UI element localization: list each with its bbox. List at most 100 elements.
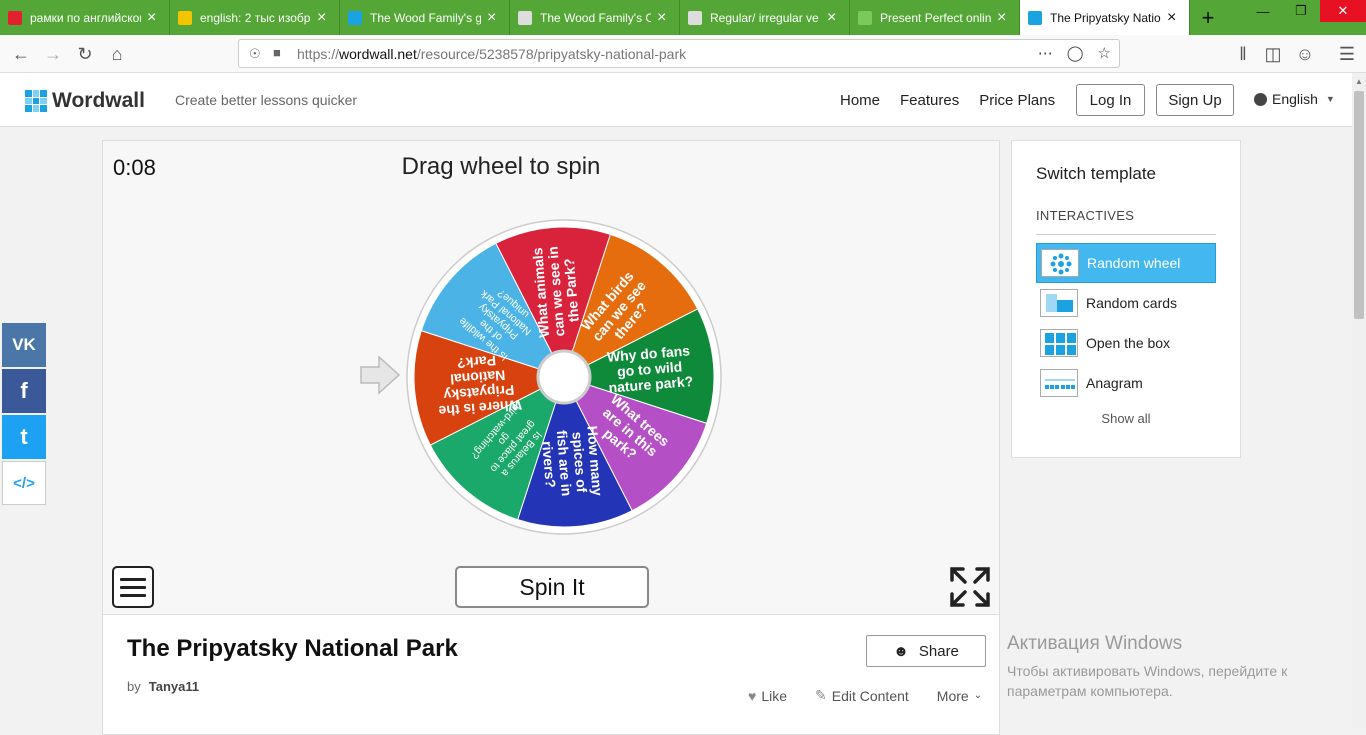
activity-actions: ♥ Like ✎ Edit Content More ⌄	[748, 687, 982, 704]
show-all-link[interactable]: Show all	[1012, 411, 1240, 426]
home-icon[interactable]: ⌂	[104, 41, 130, 67]
close-tab-icon[interactable]: ×	[147, 9, 161, 25]
signup-button[interactable]: Sign Up	[1156, 84, 1234, 116]
login-button[interactable]: Log In	[1076, 84, 1145, 116]
byline: by Tanya11	[127, 679, 199, 694]
tab-title: рамки по английскому	[30, 10, 141, 25]
tab-title: The Wood Family's g	[370, 10, 481, 25]
back-icon[interactable]: ←	[8, 41, 34, 67]
chevron-down-icon: ▼	[1325, 94, 1335, 104]
page-scrollbar[interactable]: ▲	[1352, 73, 1366, 728]
browser-tab[interactable]: The Wood Family's g ×	[340, 0, 510, 35]
chevron-down-icon: ⌄	[973, 690, 983, 701]
close-tab-icon[interactable]: ×	[317, 9, 331, 25]
doc-icon	[518, 10, 532, 25]
wheel-segment-label: Why do fansgo to wildnature park?	[606, 342, 693, 395]
game-menu-button[interactable]	[112, 566, 154, 608]
spin-instruction: Drag wheel to spin	[401, 153, 601, 180]
wordwall-logo[interactable]: Wordwall	[25, 89, 145, 113]
template-open-the-box[interactable]: Open the box	[1036, 323, 1216, 363]
url-text: https://wordwall.net/resource/5238578/pr…	[297, 46, 686, 62]
author-link[interactable]: Tanya11	[149, 679, 199, 694]
wordwall-icon	[1028, 10, 1042, 25]
embed-button[interactable]: </>	[2, 461, 46, 505]
template-random-wheel[interactable]: Random wheel	[1036, 243, 1216, 283]
code-icon: </>	[13, 474, 35, 492]
timer: 0:08	[113, 155, 156, 180]
heart-icon: ♥	[748, 687, 757, 704]
twitter-share-button[interactable]: t	[2, 415, 46, 459]
url-host: wordwall.net	[339, 45, 417, 62]
browser-tab-active[interactable]: The Pripyatsky Natio ×	[1020, 0, 1190, 35]
more-label: More	[936, 687, 969, 704]
site-header: Wordwall Create better lessons quicker H…	[0, 73, 1352, 127]
new-tab-button[interactable]: +	[1190, 0, 1226, 35]
like-button[interactable]: ♥ Like	[748, 687, 787, 704]
fullscreen-icon[interactable]	[949, 566, 991, 608]
logo-icon	[25, 90, 47, 112]
browser-tab[interactable]: рамки по английскому ×	[0, 0, 170, 35]
watermark-line: Чтобы активировать Windows, перейдите к	[1007, 663, 1288, 679]
spin-button[interactable]: Spin It	[455, 566, 649, 608]
forward-icon[interactable]: →	[40, 41, 66, 67]
language-selector[interactable]: English ▼	[1254, 91, 1335, 107]
pocket-icon[interactable]: ◯	[1067, 44, 1084, 62]
restore-icon[interactable]: ❐	[1282, 0, 1320, 22]
browser-tab[interactable]: Regular/ irregular ve ×	[680, 0, 850, 35]
bookmark-star-icon[interactable]: ☆	[1098, 44, 1111, 62]
scroll-up-icon[interactable]: ▲	[1355, 77, 1363, 86]
share-label: Share	[918, 642, 959, 660]
edit-content-button[interactable]: ✎ Edit Content	[815, 687, 909, 704]
browser-tab[interactable]: Present Perfect online ex ×	[850, 0, 1020, 35]
nav-home[interactable]: Home	[840, 92, 880, 109]
template-label: Open the box	[1086, 335, 1171, 351]
template-label: Random wheel	[1087, 255, 1181, 271]
scrollbar-thumb[interactable]	[1354, 91, 1364, 319]
vk-share-button[interactable]: VK	[2, 323, 46, 367]
browser-tab[interactable]: english: 2 тыс изобр ×	[170, 0, 340, 35]
main-nav: Home Features Price Plans	[840, 92, 1055, 109]
template-anagram[interactable]: Anagram	[1036, 363, 1216, 403]
facebook-share-button[interactable]: f	[2, 369, 46, 413]
app-menu-icon[interactable]: ☰	[1334, 41, 1360, 67]
close-tab-icon[interactable]: ×	[827, 9, 841, 25]
watermark-text: Чтобы активировать Windows, перейдите к п…	[1007, 661, 1287, 701]
lock-icon[interactable]: ■	[273, 45, 281, 60]
website: Wordwall Create better lessons quicker H…	[0, 73, 1352, 735]
random-cards-thumbnail-icon	[1040, 289, 1078, 317]
close-tab-icon[interactable]: ×	[657, 9, 671, 25]
by-label: by	[127, 679, 141, 694]
address-bar[interactable]: ☉ ■ https://wordwall.net/resource/523857…	[238, 39, 1120, 68]
page-actions-icon[interactable]: ⋯	[1038, 44, 1053, 62]
more-button[interactable]: More ⌄	[937, 687, 982, 704]
close-window-icon[interactable]: ✕	[1320, 0, 1366, 22]
close-tab-icon[interactable]: ×	[997, 9, 1011, 25]
tab-title: english: 2 тыс изобр	[200, 10, 311, 25]
reload-icon[interactable]: ↻	[72, 41, 98, 67]
random-wheel[interactable]: What birdscan we seethere?Why do fansgo …	[406, 219, 722, 535]
template-label: Anagram	[1086, 375, 1143, 391]
nav-price-plans[interactable]: Price Plans	[979, 92, 1055, 109]
random-wheel-thumbnail-icon	[1041, 249, 1079, 277]
divider	[1036, 234, 1216, 235]
switch-template-panel: Switch template INTERACTIVES Random whee…	[1011, 140, 1241, 458]
sidebar-icon[interactable]: ◫	[1260, 41, 1286, 67]
nav-features[interactable]: Features	[900, 92, 959, 109]
close-tab-icon[interactable]: ×	[1167, 9, 1181, 25]
library-icon[interactable]: ‖	[1230, 41, 1256, 67]
share-button[interactable]: ☻ Share	[866, 635, 986, 667]
shield-icon[interactable]: ☉	[249, 46, 261, 62]
close-tab-icon[interactable]: ×	[487, 9, 501, 25]
template-random-cards[interactable]: Random cards	[1036, 283, 1216, 323]
activity-title: The Pripyatsky National Park	[127, 635, 458, 662]
browser-tab[interactable]: The Wood Family's C ×	[510, 0, 680, 35]
minimize-icon[interactable]: —	[1244, 0, 1282, 22]
logo-text: Wordwall	[52, 89, 145, 112]
pencil-icon: ✎	[815, 687, 827, 703]
twitter-icon: t	[20, 424, 28, 449]
account-icon[interactable]: ☺	[1292, 41, 1318, 67]
watermark-line: параметрам компьютера.	[1007, 683, 1173, 699]
pointer-arrow-icon	[360, 355, 401, 395]
language-label: English	[1272, 91, 1318, 107]
wordwall-icon	[348, 10, 362, 25]
